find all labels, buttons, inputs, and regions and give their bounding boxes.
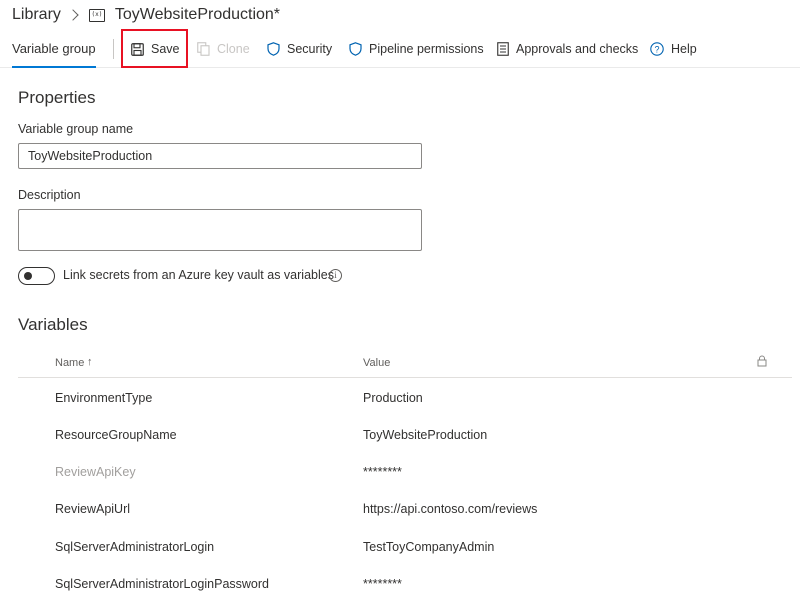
page-title: ToyWebsiteProduction* xyxy=(114,6,281,23)
pipeline-permissions-label: Pipeline permissions xyxy=(369,42,484,56)
column-header-value[interactable]: Value xyxy=(363,357,390,369)
variables-heading: Variables xyxy=(18,315,88,334)
variable-value: Production xyxy=(363,391,423,405)
toggle-knob xyxy=(24,272,32,280)
breadcrumb-library-link[interactable]: Library xyxy=(12,6,61,24)
chevron-right-icon xyxy=(67,9,79,21)
group-name-value: ToyWebsiteProduction xyxy=(28,149,153,163)
checklist-icon xyxy=(497,42,509,56)
approvals-checks-button[interactable]: Approvals and checks xyxy=(497,30,638,68)
variable-group-icon: (x) xyxy=(88,8,105,22)
variable-value: ToyWebsiteProduction xyxy=(363,428,488,442)
tab-variable-group[interactable]: Variable group xyxy=(12,30,96,68)
column-header-name[interactable]: Name xyxy=(55,357,84,369)
description-input[interactable] xyxy=(18,209,422,251)
security-label: Security xyxy=(287,42,333,56)
group-name-input[interactable]: ToyWebsiteProduction xyxy=(18,143,422,169)
keyvault-toggle[interactable] xyxy=(18,267,55,285)
variable-name: SqlServerAdministratorLogin xyxy=(55,540,215,554)
clone-icon xyxy=(197,42,210,56)
variable-value: ******** xyxy=(363,577,402,591)
toolbar-divider xyxy=(113,39,114,59)
approvals-checks-label: Approvals and checks xyxy=(516,42,639,56)
variable-name: ReviewApiUrl xyxy=(55,502,131,516)
variable-value: https://api.contoso.com/reviews xyxy=(363,502,538,516)
clone-button[interactable]: Clone xyxy=(197,30,250,68)
clone-label: Clone xyxy=(217,42,250,56)
table-row[interactable]: ReviewApiUrl https://api.contoso.com/rev… xyxy=(18,490,792,527)
variable-name: SqlServerAdministratorLoginPassword xyxy=(55,577,269,591)
table-row[interactable]: ResourceGroupName ToyWebsiteProduction xyxy=(18,416,792,453)
group-name-label: Variable group name xyxy=(18,122,134,136)
help-label: Help xyxy=(671,42,697,56)
variable-name: ResourceGroupName xyxy=(55,428,177,442)
toolbar: Variable group Save Clone Security Pipel… xyxy=(0,30,800,68)
table-row[interactable]: ReviewApiKey ******** xyxy=(18,453,792,490)
variables-table-header: Name ↑ Value xyxy=(18,348,792,378)
variable-value: TestToyCompanyAdmin xyxy=(363,540,495,554)
table-row[interactable]: SqlServerAdministratorLoginPassword ****… xyxy=(18,565,792,602)
shield-icon xyxy=(267,42,280,56)
help-icon: ? xyxy=(650,42,664,56)
save-highlight-box xyxy=(121,29,188,68)
sort-ascending-icon: ↑ xyxy=(87,356,93,368)
pipeline-permissions-button[interactable]: Pipeline permissions xyxy=(349,30,484,68)
info-icon[interactable]: i xyxy=(329,269,342,282)
description-label: Description xyxy=(18,188,81,202)
table-row[interactable]: SqlServerAdministratorLogin TestToyCompa… xyxy=(18,528,792,565)
shield-icon xyxy=(349,42,362,56)
help-button[interactable]: ? Help xyxy=(650,30,697,68)
variable-name: EnvironmentType xyxy=(55,391,153,405)
svg-text:?: ? xyxy=(654,44,659,54)
variable-value: ******** xyxy=(363,465,402,479)
breadcrumb: Library (x) ToyWebsiteProduction* xyxy=(12,4,280,26)
lock-icon xyxy=(757,355,767,367)
properties-heading: Properties xyxy=(18,88,96,107)
security-button[interactable]: Security xyxy=(267,30,332,68)
table-row[interactable]: EnvironmentType Production xyxy=(18,379,792,416)
variable-name: ReviewApiKey xyxy=(55,465,136,479)
keyvault-toggle-label: Link secrets from an Azure key vault as … xyxy=(63,268,334,282)
